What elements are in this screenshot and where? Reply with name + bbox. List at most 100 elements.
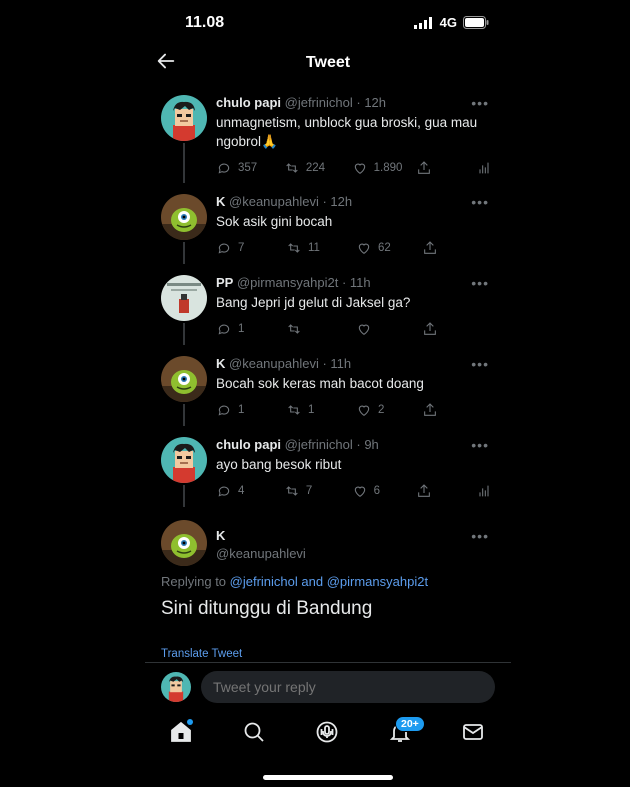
reply-button[interactable]: 4 (216, 483, 284, 499)
analytics-icon (479, 162, 489, 174)
like-count: 2 (378, 404, 385, 416)
avatar[interactable] (161, 356, 207, 402)
mail-icon (463, 724, 483, 740)
tweet[interactable]: K @keanupahlevi · 11h Bocah sok keras ma… (161, 356, 495, 436)
like-button[interactable] (356, 321, 422, 337)
retweet-button[interactable]: 1 (286, 402, 356, 418)
user-handle[interactable]: @keanupahlevi (229, 356, 319, 371)
thread-line (183, 323, 185, 345)
mention-link[interactable]: @jefrinichol (230, 574, 298, 589)
search-icon (244, 722, 264, 742)
share-icon (424, 403, 436, 416)
focus-tweet: K @keanupahlevi ••• (161, 520, 495, 570)
heart-icon (354, 163, 365, 174)
analytics-button[interactable] (476, 483, 495, 499)
heart-icon (354, 486, 365, 497)
tab-messages[interactable] (461, 720, 487, 746)
share-button[interactable] (416, 483, 476, 499)
retweet-icon (286, 163, 298, 173)
share-icon (417, 484, 430, 497)
tab-spaces[interactable] (315, 720, 341, 746)
retweet-button[interactable]: 224 (284, 160, 352, 176)
like-button[interactable]: 1.890 (352, 160, 416, 176)
reply-icon (218, 324, 230, 335)
thread-line (183, 485, 185, 507)
tweet[interactable]: K @keanupahlevi · 12h Sok asik gini boca… (161, 194, 495, 274)
analytics-button[interactable] (476, 160, 495, 176)
status-bar: 11.08 4G (145, 0, 511, 44)
tweet-time: 11h (330, 356, 352, 371)
user-name[interactable]: PP (216, 275, 233, 290)
share-button[interactable] (422, 321, 484, 337)
more-options-icon[interactable]: ••• (471, 95, 489, 111)
reply-button[interactable]: 1 (216, 321, 286, 337)
avatar[interactable] (161, 437, 207, 483)
avatar[interactable] (161, 95, 207, 141)
share-button[interactable] (422, 402, 484, 418)
share-button[interactable] (416, 160, 476, 176)
avatar[interactable] (161, 520, 207, 566)
user-handle[interactable]: @jefrinichol (285, 437, 353, 452)
user-handle[interactable]: @keanupahlevi (229, 194, 319, 209)
tweet[interactable]: chulo papi @jefrinichol · 9h ayo bang be… (161, 437, 495, 517)
more-options-icon[interactable]: ••• (471, 528, 489, 544)
reply-icon (218, 243, 230, 254)
retweet-icon (288, 405, 300, 415)
tweet-time: 11h (349, 275, 371, 290)
translate-tweet-link[interactable]: Translate Tweet (161, 648, 242, 660)
reply-count: 1 (238, 323, 245, 335)
like-button[interactable]: 62 (356, 240, 422, 256)
retweet-button[interactable]: 7 (284, 483, 352, 499)
tweet[interactable]: PP @pirmansyahpi2t · 11h Bang Jepri jd g… (161, 275, 495, 355)
retweet-button[interactable]: 11 (286, 240, 356, 256)
tweet-text: unmagnetism, unblock gua broski, gua mau… (216, 115, 478, 149)
user-name[interactable]: K (216, 356, 225, 371)
thread-line (183, 242, 185, 264)
like-count: 6 (373, 485, 381, 497)
reply-count: 357 (238, 162, 258, 174)
tweet-time: 12h (364, 95, 387, 110)
signal-icon (413, 16, 432, 29)
user-name[interactable]: K (216, 528, 225, 543)
home-indicator (263, 775, 393, 780)
like-button[interactable]: 2 (356, 402, 422, 418)
divider (145, 662, 511, 663)
like-count: 62 (378, 242, 391, 254)
retweet-count: 1 (308, 404, 315, 416)
reply-composer (161, 670, 495, 704)
tweet-text: Sok asik gini bocah (216, 214, 333, 229)
more-options-icon[interactable]: ••• (471, 194, 489, 210)
reply-count: 1 (238, 404, 245, 416)
tweet-time: 12h (330, 194, 353, 209)
user-name[interactable]: K (216, 194, 225, 209)
reply-icon (218, 405, 230, 416)
avatar[interactable] (161, 275, 207, 321)
retweet-icon (288, 324, 300, 334)
mention-link[interactable]: @pirmansyahpi2t (327, 574, 428, 589)
reply-button[interactable]: 357 (216, 160, 284, 176)
user-handle[interactable]: @jefrinichol (285, 95, 353, 110)
more-options-icon[interactable]: ••• (471, 437, 489, 453)
tab-search[interactable] (242, 720, 268, 746)
spaces-icon (316, 721, 338, 743)
share-button[interactable] (422, 240, 484, 256)
reply-button[interactable]: 7 (216, 240, 286, 256)
user-handle[interactable]: @pirmansyahpi2t (237, 275, 338, 290)
more-options-icon[interactable]: ••• (471, 356, 489, 372)
user-name[interactable]: chulo papi (216, 437, 281, 452)
bottom-tab-bar: 20+ (145, 716, 511, 752)
tweet-text: Bang Jepri jd gelut di Jaksel ga? (216, 295, 411, 310)
tab-home[interactable] (169, 719, 195, 746)
thread-line (183, 404, 185, 426)
reply-count: 7 (238, 242, 245, 254)
retweet-button[interactable] (286, 321, 356, 337)
user-name[interactable]: chulo papi (216, 95, 281, 110)
reply-button[interactable]: 1 (216, 402, 286, 418)
like-button[interactable]: 6 (352, 483, 416, 499)
retweet-count: 224 (305, 162, 325, 174)
reply-input[interactable] (201, 671, 495, 703)
user-handle[interactable]: @keanupahlevi (216, 546, 495, 561)
avatar[interactable] (161, 194, 207, 240)
tweet[interactable]: chulo papi @jefrinichol · 12h unmagnetis… (161, 95, 495, 183)
more-options-icon[interactable]: ••• (471, 275, 489, 291)
